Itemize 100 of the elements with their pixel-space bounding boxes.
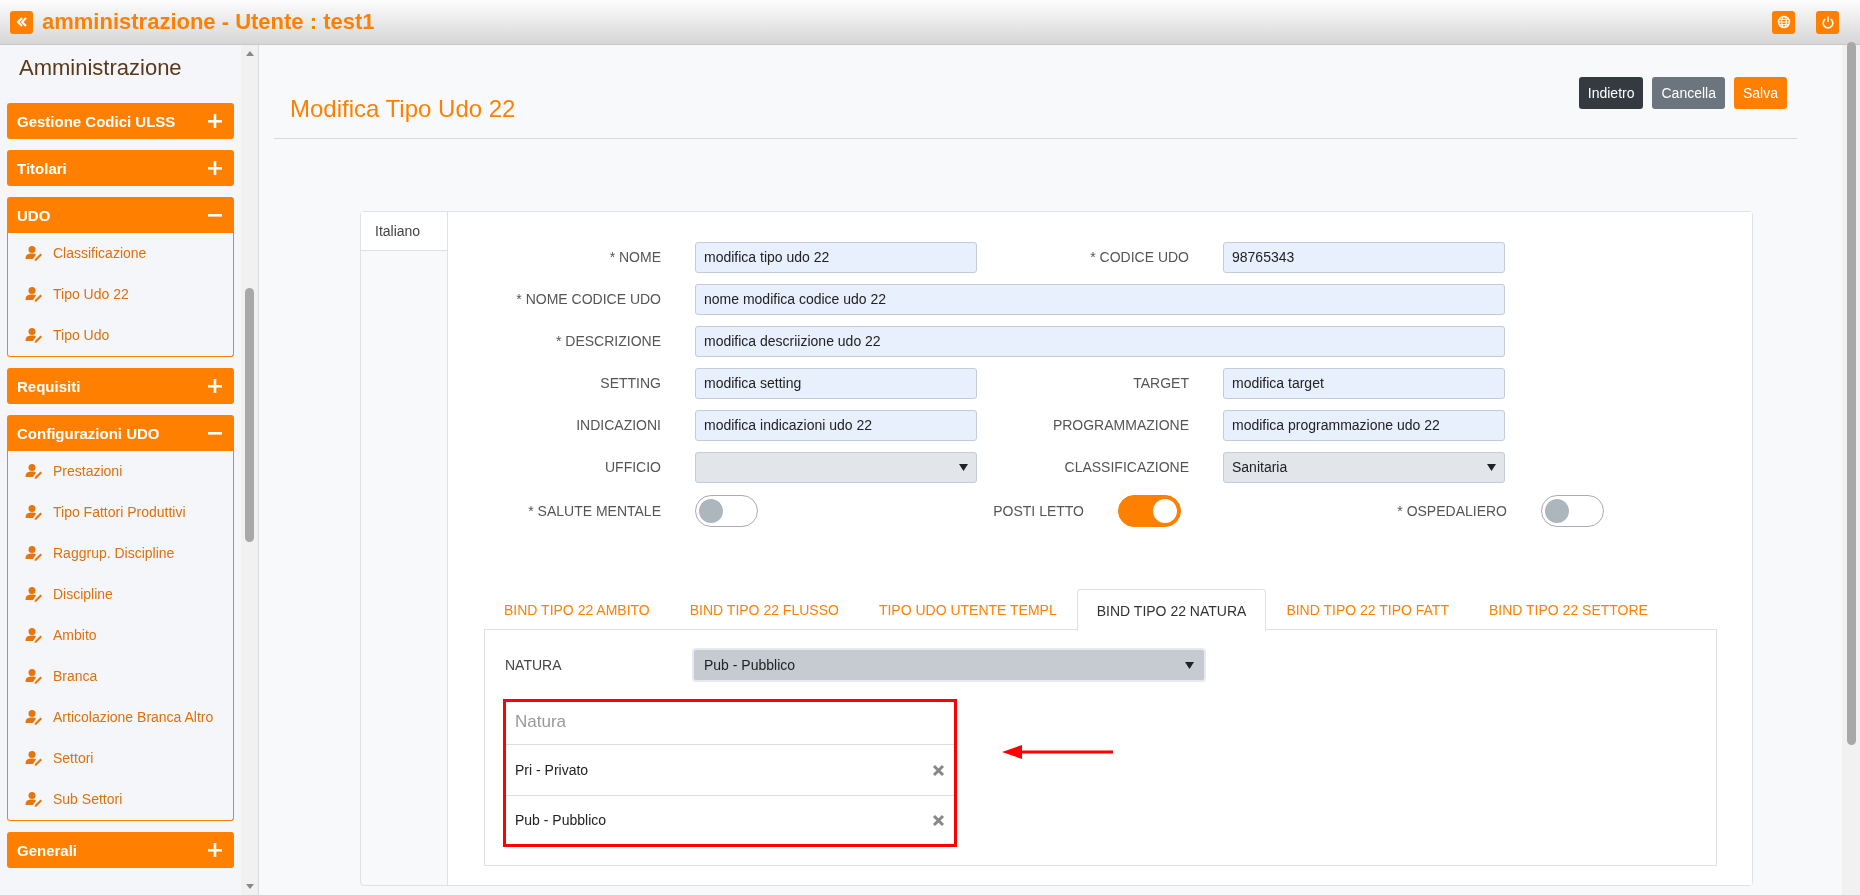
list-item: Pub - Pubblico xyxy=(515,812,607,828)
tab[interactable]: TIPO UDO UTENTE TEMPL xyxy=(858,589,1077,630)
tab[interactable]: BIND TIPO 22 AMBITO xyxy=(484,589,670,630)
plus-icon xyxy=(208,379,222,393)
field-label: PROGRAMMAZIONE xyxy=(1051,417,1189,433)
scrollbar[interactable] xyxy=(1842,45,1860,895)
list-header: Natura xyxy=(506,702,954,745)
user-edit-icon xyxy=(25,463,43,479)
user-edit-icon xyxy=(25,586,43,602)
user-edit-icon xyxy=(25,709,43,725)
section-label: UDO xyxy=(17,206,51,224)
dropdown[interactable] xyxy=(695,451,977,483)
submenu-item[interactable]: Branca xyxy=(8,656,233,697)
back-button[interactable]: Indietro xyxy=(1578,77,1644,109)
text-field[interactable]: modifica setting xyxy=(695,367,977,399)
globe-icon xyxy=(1776,15,1791,29)
close-icon xyxy=(932,813,945,827)
user-edit-icon xyxy=(25,668,43,684)
submenu-item[interactable]: Ambito xyxy=(8,615,233,656)
language-button[interactable] xyxy=(1772,10,1795,34)
text-field[interactable]: modifica programmazione udo 22 xyxy=(1223,409,1505,441)
tab[interactable]: BIND TIPO 22 SETTORE xyxy=(1468,589,1668,630)
field-label: NATURA xyxy=(504,657,563,673)
section-header[interactable]: Requisiti xyxy=(7,368,234,404)
submenu-item[interactable]: Classificazione xyxy=(8,233,233,274)
text-field[interactable]: nome modifica codice udo 22 xyxy=(695,283,1505,315)
collapse-button[interactable] xyxy=(10,10,33,34)
text-field[interactable]: modifica tipo udo 22 xyxy=(695,241,977,273)
close-icon xyxy=(932,763,945,777)
toggle-switch[interactable] xyxy=(1118,495,1181,527)
submenu-item[interactable]: Sub Settori xyxy=(8,779,233,820)
submenu-item[interactable]: Tipo Udo 22 xyxy=(8,274,233,315)
section-header[interactable]: Gestione Codici ULSS xyxy=(7,103,234,139)
field-label: CLASSIFICAZIONE xyxy=(1063,459,1189,475)
user-edit-icon xyxy=(25,286,43,302)
submenu-item[interactable]: Tipo Fattori Produttivi xyxy=(8,492,233,533)
section-label: Configurazioni UDO xyxy=(17,424,160,442)
submenu-item[interactable]: Articolazione Branca Altro xyxy=(8,697,233,738)
section-header[interactable]: Titolari xyxy=(7,150,234,186)
plus-icon xyxy=(208,843,222,857)
user-edit-icon xyxy=(25,750,43,766)
dropdown[interactable]: Sanitaria xyxy=(1223,451,1505,483)
field-label: POSTI LETTO xyxy=(992,503,1084,519)
caret-icon xyxy=(959,463,968,471)
text-field[interactable]: modifica descriizione udo 22 xyxy=(695,325,1505,357)
field-label: * OSPEDALIERO xyxy=(1396,503,1507,519)
cancel-button[interactable]: Cancella xyxy=(1652,77,1725,109)
submenu-item[interactable]: Tipo Udo xyxy=(8,315,233,356)
tab[interactable]: BIND TIPO 22 TIPO FATT xyxy=(1266,589,1469,630)
scroll-thumb[interactable] xyxy=(245,288,254,542)
language-tab[interactable]: Italiano xyxy=(361,212,447,251)
remove-button[interactable] xyxy=(932,813,945,827)
field-label: * SALUTE MENTALE xyxy=(527,503,661,519)
page-title: Modifica Tipo Udo 22 xyxy=(290,95,516,124)
tab[interactable]: BIND TIPO 22 NATURA xyxy=(1076,589,1267,631)
field-label: * CODICE UDO xyxy=(1089,249,1189,265)
remove-button[interactable] xyxy=(932,763,945,777)
caret-icon xyxy=(1185,661,1194,669)
text-field[interactable]: 98765343 xyxy=(1223,241,1505,273)
submenu-item[interactable]: Discipline xyxy=(8,574,233,615)
toggle-switch[interactable] xyxy=(695,495,758,527)
scrollbar[interactable] xyxy=(241,45,258,895)
user-edit-icon xyxy=(25,791,43,807)
dropdown[interactable]: Pub - Pubblico xyxy=(692,648,1206,682)
text-field[interactable]: modifica indicazioni udo 22 xyxy=(695,409,977,441)
scroll-down-icon xyxy=(244,883,255,891)
section-label: Titolari xyxy=(17,159,67,177)
user-edit-icon xyxy=(25,545,43,561)
logout-button[interactable] xyxy=(1816,10,1839,34)
section-header[interactable]: Generali xyxy=(7,832,234,868)
tab[interactable]: BIND TIPO 22 FLUSSO xyxy=(669,589,859,630)
submenu-item[interactable]: Raggrup. Discipline xyxy=(8,533,233,574)
scroll-thumb[interactable] xyxy=(1846,42,1856,745)
field-label: TARGET xyxy=(1132,375,1189,391)
plus-icon xyxy=(208,161,222,175)
user-edit-icon xyxy=(25,327,43,343)
section-label: Gestione Codici ULSS xyxy=(17,112,176,130)
field-label: * DESCRIZIONE xyxy=(555,333,661,349)
double-chevron-icon xyxy=(14,15,29,29)
section-label: Generali xyxy=(17,841,78,859)
submenu-item[interactable]: Settori xyxy=(8,738,233,779)
section-header[interactable]: Configurazioni UDO xyxy=(7,415,234,451)
field-label: SETTING xyxy=(599,375,661,391)
user-edit-icon xyxy=(25,245,43,261)
field-label: * NOME xyxy=(608,249,661,265)
section-label: Requisiti xyxy=(17,377,81,395)
app-title: amministrazione - Utente : test1 xyxy=(42,9,376,35)
caret-icon xyxy=(1487,463,1496,471)
sidebar-title: Amministrazione xyxy=(18,54,183,82)
field-label: INDICAZIONI xyxy=(575,417,661,433)
scroll-up-icon xyxy=(244,49,255,57)
section-header[interactable]: UDO xyxy=(7,197,234,233)
plus-icon xyxy=(208,114,222,128)
submenu-item[interactable]: Prestazioni xyxy=(8,451,233,492)
text-field[interactable]: modifica target xyxy=(1223,367,1505,399)
list-item: Pri - Privato xyxy=(515,762,589,778)
save-button[interactable]: Salva xyxy=(1733,77,1787,109)
field-label: * NOME CODICE UDO xyxy=(515,291,661,307)
toggle-switch[interactable] xyxy=(1541,495,1604,527)
field-label: UFFICIO xyxy=(604,459,661,475)
